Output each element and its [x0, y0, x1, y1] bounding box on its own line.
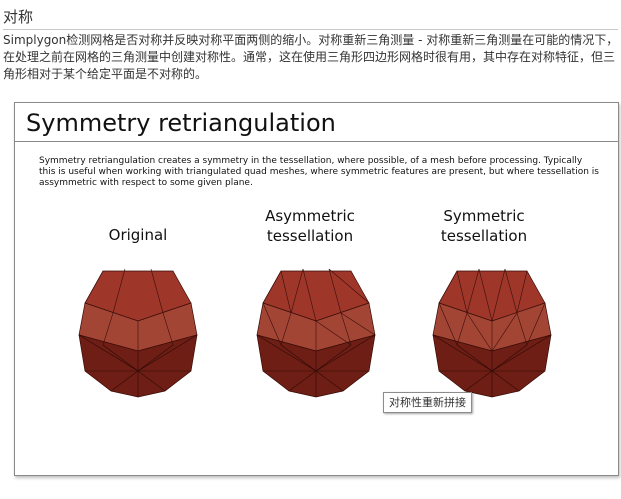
label-asymmetric-line2: tessellation — [266, 227, 354, 245]
figure-divider — [15, 141, 618, 142]
label-symmetric-line1: Symmetric — [443, 207, 525, 225]
label-original: Original — [63, 225, 213, 245]
figure-title: Symmetry retriangulation — [26, 109, 336, 137]
section-description: Simplygon检测网格是否对称并反映对称平面两侧的缩小。对称重新三角测量 -… — [3, 33, 619, 81]
symmetry-figure: Symmetry retriangulation Symmetry retria… — [14, 102, 619, 476]
label-asymmetric: Asymmetric tessellation — [235, 206, 385, 246]
image-tooltip: 对称性重新拼接 — [383, 392, 472, 413]
label-symmetric-line2: tessellation — [440, 227, 528, 245]
mesh-symmetric-image — [432, 268, 552, 398]
title-divider — [3, 29, 618, 30]
label-asymmetric-line1: Asymmetric — [265, 207, 355, 225]
label-symmetric: Symmetric tessellation — [409, 206, 559, 246]
figure-caption: Symmetry retriangulation creates a symme… — [39, 156, 599, 188]
section-title: 对称 — [3, 8, 34, 26]
mesh-original-image — [78, 268, 198, 398]
label-original-text: Original — [108, 226, 168, 244]
mesh-asymmetric-image — [256, 268, 376, 398]
